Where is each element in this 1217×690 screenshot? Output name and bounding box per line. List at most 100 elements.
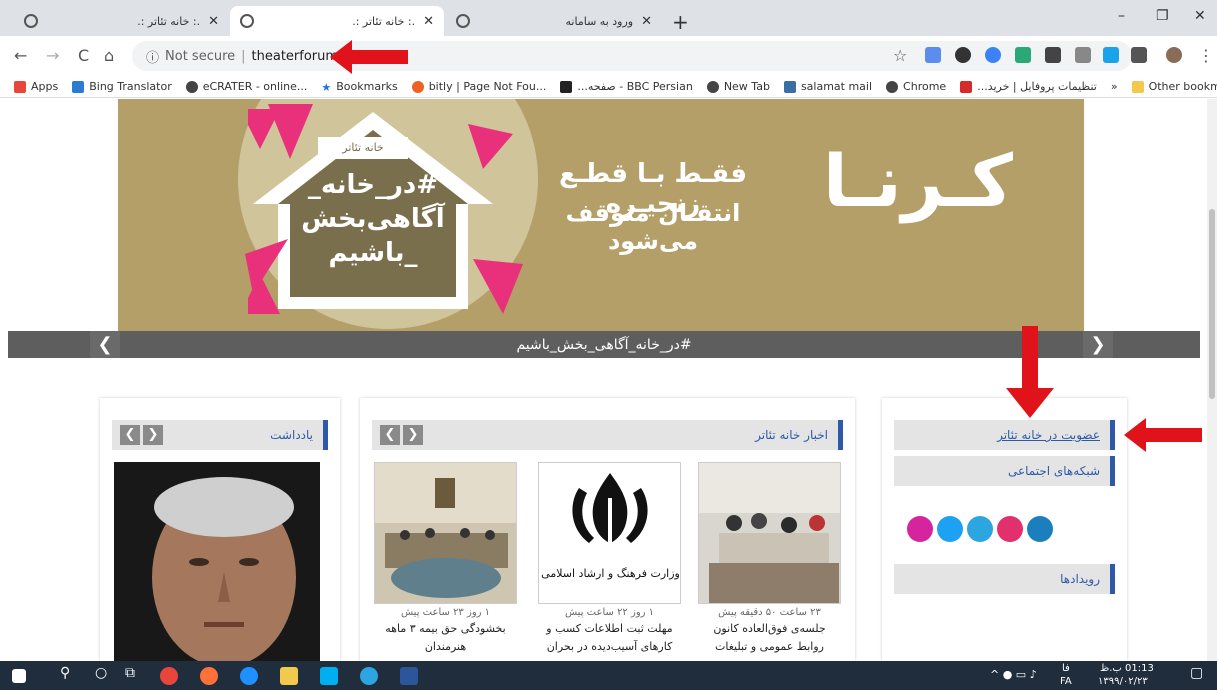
events-title: رویدادها: [1060, 572, 1100, 586]
bookmark-label: Bookmarks: [336, 80, 398, 93]
globe-icon: [240, 14, 254, 28]
news-headline[interactable]: بخشودگی حق بیمه ۳ ماهه هنرمندان: [374, 620, 517, 655]
bookmark-bitly[interactable]: bitly | Page Not Fou...: [411, 80, 546, 93]
extension-icon[interactable]: [985, 47, 1001, 63]
clock-date[interactable]: ۱۳۹۹/۰۲/۲۳: [1098, 676, 1148, 687]
notification-icon[interactable]: ▢: [1190, 665, 1203, 681]
edge-icon[interactable]: [240, 667, 258, 685]
prev-slide-button[interactable]: ❮: [90, 331, 120, 358]
task-view-icon[interactable]: ⧉: [125, 665, 135, 681]
apps-icon: [14, 80, 26, 93]
bookmark-profile[interactable]: تنظیمات پروفایل | خرید...: [960, 80, 1097, 93]
extension-icon[interactable]: [1015, 47, 1031, 63]
language-indicator[interactable]: FA: [1060, 676, 1072, 687]
bookmark-label: Apps: [31, 80, 59, 93]
memo-title: یادداشت: [270, 428, 313, 442]
close-icon[interactable]: ✕: [641, 14, 652, 29]
twitter-icon[interactable]: [937, 516, 963, 542]
next-arrow-icon[interactable]: ❯: [120, 425, 140, 445]
hero-banner[interactable]: خانه تئاتر #در_خانه_ آگاهی‌بخش _باشیم فق…: [118, 99, 1084, 331]
file-explorer-icon[interactable]: [280, 667, 298, 685]
qr-icon[interactable]: [1131, 47, 1147, 63]
news-headline[interactable]: جلسه‌ی فوق‌العاده کانون روابط عمومی و تب…: [698, 620, 841, 655]
browser-toolbar: ← → C ⌂ ⓘ Not secure | theaterforum.ir: [0, 36, 1217, 76]
telegram-icon[interactable]: [967, 516, 993, 542]
bookmark-star-icon[interactable]: ☆: [893, 46, 907, 65]
firefox-icon[interactable]: [200, 667, 218, 685]
reload-icon[interactable]: C: [78, 46, 89, 65]
bookmark-bing[interactable]: Bing Translator: [72, 80, 172, 93]
avatar[interactable]: [1166, 47, 1182, 63]
bookmark-salamat[interactable]: salamat mail: [783, 80, 872, 93]
bookmark-apps[interactable]: Apps: [14, 80, 58, 93]
bookmarks-bar: Apps Bing Translator eCRATER - online...…: [0, 76, 1217, 98]
news-header: اخبار خانه تئاتر ❮ ❯: [372, 420, 843, 450]
close-icon[interactable]: ✕: [208, 14, 219, 29]
news-headline[interactable]: مهلت ثبت اطلاعات کسب و کارهای آسیب‌دیده …: [538, 620, 681, 655]
info-icon[interactable]: ⓘ: [146, 47, 159, 66]
bookmarks-overflow[interactable]: »: [1111, 80, 1118, 93]
cabinet-photo: [375, 463, 516, 598]
clock-time[interactable]: 01:13 ب.ظ: [1100, 663, 1154, 674]
membership-link[interactable]: عضویت در خانه تئاتر: [997, 428, 1100, 442]
tab-theater-1[interactable]: .: خانه تئاتر :. ✕: [14, 6, 229, 36]
home-icon[interactable]: ⌂: [104, 46, 114, 65]
soroush-icon[interactable]: [1027, 516, 1053, 542]
extension-icon[interactable]: [925, 47, 941, 63]
news-image-ministry[interactable]: وزارت فرهنگ و ارشاد اسلامی: [538, 462, 681, 604]
menu-icon[interactable]: ⋮: [1198, 46, 1214, 65]
bookmark-ecrater[interactable]: eCRATER - online...: [185, 80, 307, 93]
forward-icon[interactable]: →: [46, 46, 59, 65]
cortana-icon[interactable]: ○: [95, 665, 107, 681]
news-time: ۱ روز ۲۲ ساعت پیش: [564, 607, 655, 618]
search-icon[interactable]: ⚲: [60, 665, 70, 681]
restore-button[interactable]: ❐: [1156, 8, 1169, 24]
tab-login[interactable]: ورود به سامانه ✕: [446, 6, 662, 36]
extension-icon[interactable]: [1103, 47, 1119, 63]
news-image-meeting[interactable]: [698, 462, 841, 604]
bookmark-label: Other bookmarks: [1148, 80, 1217, 93]
news-item[interactable]: ۱ روز ۲۳ ساعت پیش بخشودگی حق بیمه ۳ ماهه…: [374, 462, 517, 655]
scrollbar-thumb[interactable]: [1209, 209, 1215, 399]
extension-icon[interactable]: [1075, 47, 1091, 63]
bookmark-bbc[interactable]: BBC Persian - صفحه...: [560, 80, 693, 93]
next-slide-button[interactable]: ❯: [1083, 331, 1113, 358]
author-photo[interactable]: [114, 462, 320, 661]
skype-icon[interactable]: [320, 667, 338, 685]
chrome-icon[interactable]: [160, 667, 178, 685]
bookmark-newtab[interactable]: New Tab: [706, 80, 770, 93]
bookmark-other[interactable]: Other bookmarks: [1131, 80, 1217, 93]
bookmark-bookmarks[interactable]: ★ Bookmarks: [321, 80, 398, 94]
telegram-icon[interactable]: [360, 667, 378, 685]
instagram-icon[interactable]: [907, 516, 933, 542]
new-tab-button[interactable]: +: [672, 10, 689, 34]
prev-arrow-icon[interactable]: ❮: [403, 425, 423, 445]
bookmark-chrome[interactable]: Chrome: [886, 80, 946, 93]
tab-theater-2[interactable]: .: خانه تئاتر :. ✕: [230, 6, 444, 36]
news-item[interactable]: ۲۳ ساعت ۵۰ دقیقه پیش جلسه‌ی فوق‌العاده ک…: [698, 462, 841, 655]
extension-icon[interactable]: [955, 47, 971, 63]
word-icon[interactable]: [400, 667, 418, 685]
close-window-button[interactable]: ✕: [1194, 8, 1206, 24]
aparat-icon[interactable]: [997, 516, 1023, 542]
minimize-button[interactable]: –: [1118, 8, 1125, 24]
sidebar-panel: عضویت در خانه تئاتر شبکه‌های اجتماعی روی…: [882, 398, 1127, 661]
prev-arrow-icon[interactable]: ❮: [143, 425, 163, 445]
close-icon[interactable]: ✕: [423, 14, 434, 29]
next-arrow-icon[interactable]: ❯: [380, 425, 400, 445]
globe-icon: [185, 80, 198, 93]
tray-icons[interactable]: ^ ● ▭ ♪: [990, 668, 1037, 681]
address-bar[interactable]: ⓘ Not secure | theaterforum.ir: [132, 41, 1132, 71]
extension-icon[interactable]: [1045, 47, 1061, 63]
back-icon[interactable]: ←: [14, 46, 27, 65]
security-label: Not secure: [165, 48, 236, 64]
tab-title: .: خانه تئاتر :.: [352, 14, 416, 28]
page-scrollbar[interactable]: [1207, 99, 1217, 661]
house-text: #در_خانه_ آگاهی‌بخش _باشیم: [301, 170, 445, 268]
membership-header[interactable]: عضویت در خانه تئاتر: [894, 420, 1115, 450]
portrait-graphic: [152, 477, 296, 661]
news-image-cabinet[interactable]: [374, 462, 517, 604]
language-indicator-fa[interactable]: فا: [1062, 663, 1070, 674]
news-item[interactable]: وزارت فرهنگ و ارشاد اسلامی ۱ روز ۲۲ ساعت…: [538, 462, 681, 655]
windows-start-icon[interactable]: [12, 669, 26, 683]
